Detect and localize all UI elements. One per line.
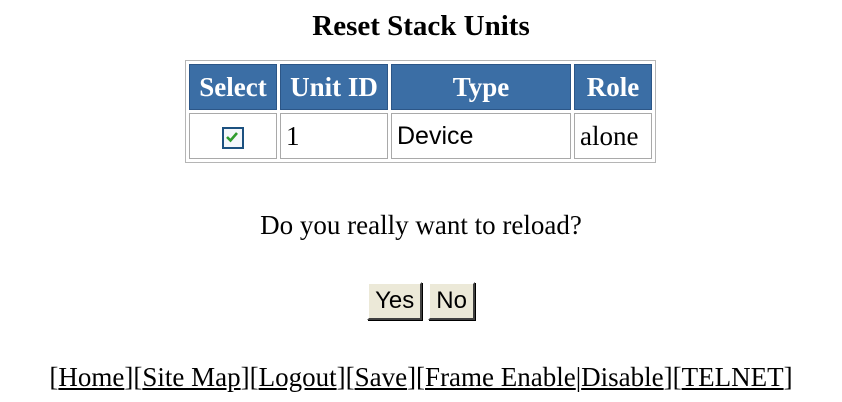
reload-question: Do you really want to reload? (260, 210, 582, 240)
unit-id-cell: 1 (280, 113, 388, 159)
no-button[interactable]: No (428, 282, 475, 320)
footer-nav: [Home][Site Map][Logout][Save][Frame Ena… (49, 362, 793, 392)
type-cell: Device (391, 113, 571, 159)
logout-link[interactable]: Logout (259, 362, 337, 392)
role-cell: alone (574, 113, 652, 159)
save-link[interactable]: Save (355, 362, 407, 392)
disable-link[interactable]: Disable (581, 362, 663, 392)
header-select: Select (189, 64, 277, 110)
page-title: Reset Stack Units (312, 10, 530, 42)
telnet-link[interactable]: TELNET (682, 362, 784, 392)
header-unit-id: Unit ID (280, 64, 388, 110)
site-map-link[interactable]: Site Map (142, 362, 240, 392)
select-cell (189, 113, 277, 159)
header-type: Type (391, 64, 571, 110)
table-row: 1 Device alone (189, 113, 652, 159)
checkmark-icon (226, 132, 238, 143)
stack-units-table: Select Unit ID Type Role 1 Device alone (185, 60, 656, 163)
header-role: Role (574, 64, 652, 110)
frame-enable-link[interactable]: Frame Enable (425, 362, 576, 392)
table-header-row: Select Unit ID Type Role (189, 64, 652, 110)
yes-button[interactable]: Yes (367, 282, 423, 320)
unit-select-checkbox[interactable] (222, 127, 244, 150)
home-link[interactable]: Home (58, 362, 124, 392)
button-group: Yes No (0, 282, 842, 320)
